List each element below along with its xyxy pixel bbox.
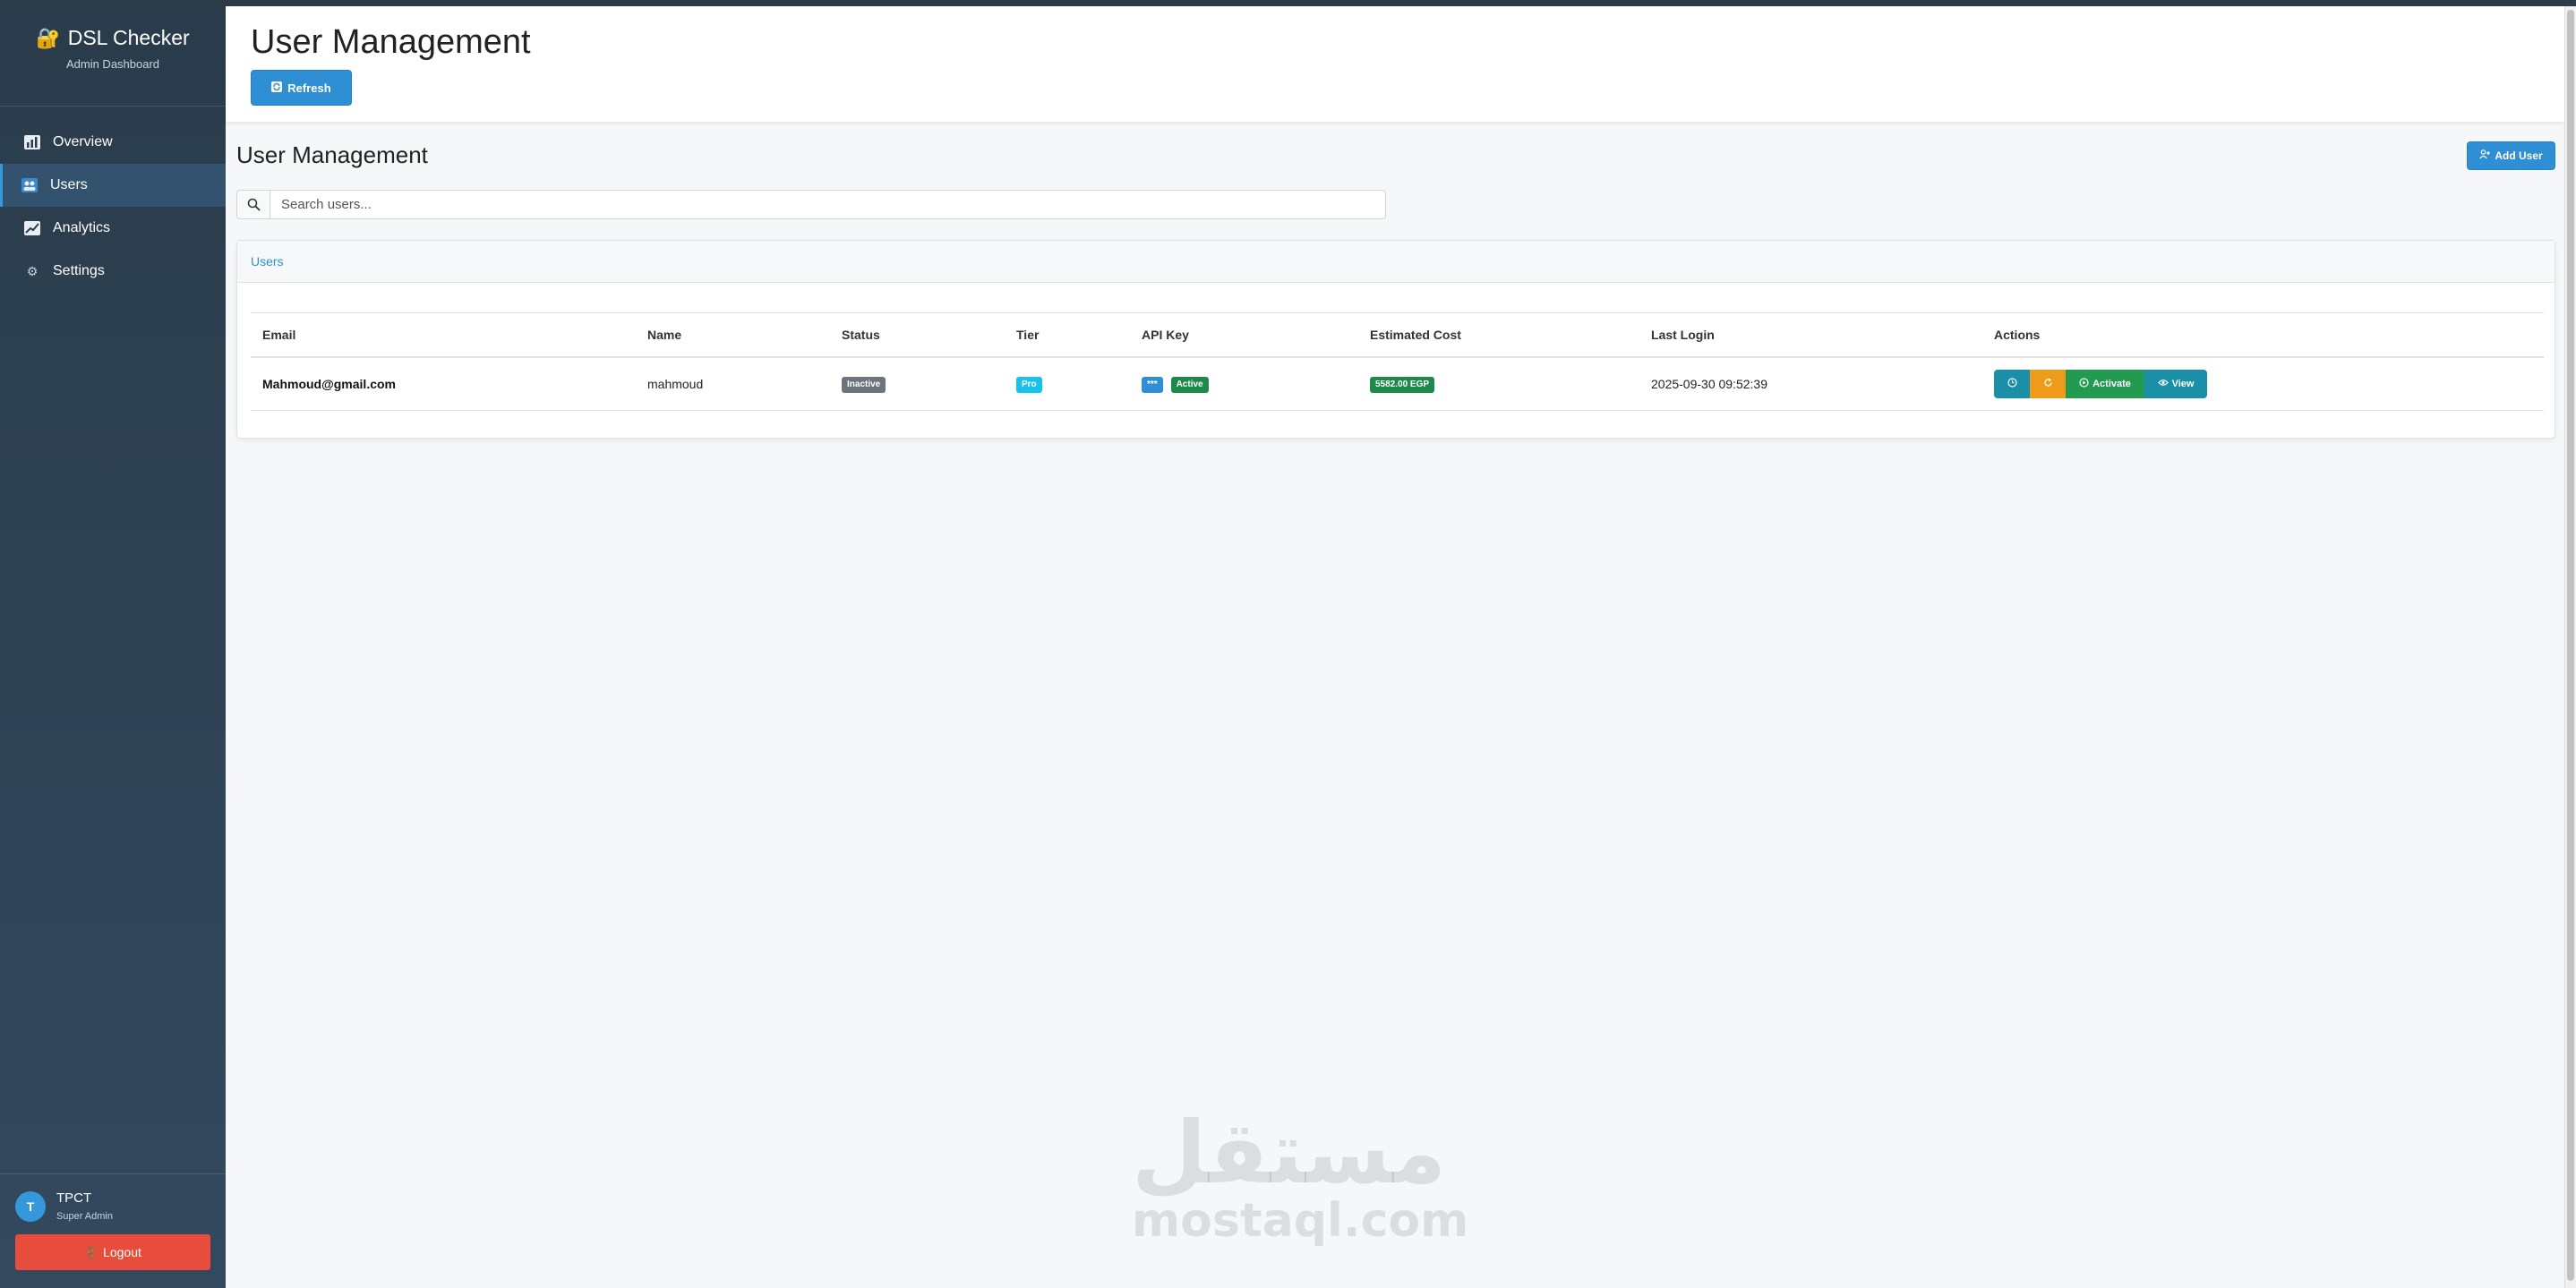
action-button-group: Activate View (1994, 369, 2207, 398)
status-cell: Inactive (830, 356, 1005, 411)
watermark-arabic: مستقل (1132, 1103, 1447, 1203)
user-info: TPCT Super Admin (56, 1190, 113, 1222)
user-email: Mahmoud@gmail.com (251, 356, 636, 411)
sidebar-item-analytics[interactable]: Analytics (0, 207, 226, 250)
api-key-cell: *** Active (1130, 356, 1358, 411)
brand: 🔐 DSL Checker Admin Dashboard (0, 6, 226, 107)
cost-badge: 5582.00 EGP (1370, 376, 1435, 393)
sidebar-item-users[interactable]: Users (0, 164, 226, 207)
view-label: View (2171, 378, 2195, 389)
table-header-row: Email Name Status Tier API Key Estimated… (251, 312, 2544, 357)
tier-badge: Pro (1016, 376, 1042, 393)
column-header-actions: Actions (1994, 327, 2041, 342)
user-name: TPCT (56, 1190, 92, 1206)
sidebar-item-label: Overview (53, 134, 113, 149)
watermark-latin: mostaql.com (1132, 1194, 1469, 1248)
eye-icon (2157, 379, 2169, 389)
refresh-label: Refresh (287, 81, 331, 95)
search-input[interactable] (270, 190, 1386, 219)
logout-button[interactable]: 🚪 Logout (15, 1234, 210, 1270)
trend-icon (24, 221, 40, 235)
brand-title-row: 🔐 DSL Checker (0, 26, 226, 50)
sidebar-item-label: Analytics (53, 220, 111, 235)
browser-top-strip (0, 0, 2576, 6)
tab-users[interactable]: Users (251, 254, 284, 269)
users-card: Users Email Name Status Tier API Key Est… (236, 240, 2555, 439)
users-icon (21, 178, 38, 192)
last-login-cell: 2025-09-30 09:52:39 (1639, 356, 1982, 411)
users-table: Email Name Status Tier API Key Estimated… (251, 312, 2544, 411)
door-icon: 🚪 (84, 1246, 98, 1258)
sidebar: 🔐 DSL Checker Admin Dashboard Overview U… (0, 6, 226, 1288)
activate-button[interactable]: Activate (2066, 369, 2144, 398)
reset-usage-button[interactable] (1994, 369, 2030, 398)
add-user-icon (2479, 149, 2491, 162)
column-header-status[interactable]: Status (830, 313, 1005, 357)
column-header-tier[interactable]: Tier (1005, 313, 1130, 357)
play-circle-icon (2079, 378, 2089, 390)
sidebar-item-label: Settings (53, 263, 105, 278)
main-header: User Management Refresh (226, 6, 2564, 122)
column-header-api-key[interactable]: API Key (1130, 313, 1358, 357)
api-key-status-badge: Active (1170, 376, 1209, 393)
scrollbar-thumb[interactable] (2567, 10, 2574, 1281)
sidebar-nav: Overview Users Analytics ⚙ Settings (0, 121, 226, 293)
section-title: User Management (236, 141, 428, 168)
reset-key-button[interactable] (2030, 369, 2066, 398)
api-key-masked-badge[interactable]: *** (1142, 376, 1163, 393)
column-header-name[interactable]: Name (636, 313, 830, 357)
current-user: T TPCT Super Admin (15, 1190, 210, 1222)
column-header-last-login[interactable]: Last Login (1639, 313, 1982, 357)
watermark: مستقل mostaql.com (1132, 1103, 1469, 1262)
sidebar-item-settings[interactable]: ⚙ Settings (0, 250, 226, 293)
view-button[interactable]: View (2144, 369, 2207, 398)
refresh-icon (271, 81, 283, 95)
add-user-button[interactable]: Add User (2467, 141, 2555, 170)
avatar: T (15, 1190, 46, 1222)
user-name-cell: mahmoud (636, 356, 830, 411)
column-header-email[interactable]: Email (251, 313, 636, 357)
status-badge: Inactive (842, 376, 886, 393)
reload-icon (2043, 378, 2053, 390)
sidebar-item-label: Users (50, 177, 88, 192)
logout-label: Logout (103, 1245, 141, 1259)
gear-icon: ⚙ (26, 263, 39, 278)
brand-subtitle: Admin Dashboard (65, 57, 160, 71)
card-header: Users (237, 241, 2555, 283)
user-role: Super Admin (56, 1211, 113, 1222)
activate-label: Activate (2092, 378, 2131, 389)
cost-cell: 5582.00 EGP (1358, 356, 1639, 411)
sidebar-item-overview[interactable]: Overview (0, 121, 226, 164)
page-title: User Management (251, 23, 531, 61)
tier-cell: Pro (1005, 356, 1130, 411)
brand-title: DSL Checker (67, 26, 190, 49)
add-user-label: Add User (2495, 149, 2543, 162)
sidebar-footer: T TPCT Super Admin 🚪 Logout (0, 1173, 226, 1288)
lock-icon: 🔐 (36, 26, 61, 49)
chart-icon (24, 135, 40, 149)
search-icon (236, 190, 270, 219)
search-bar (236, 190, 1386, 219)
actions-cell: Activate View (1982, 356, 2544, 411)
table-row: Mahmoud@gmail.com mahmoud Inactive Pro *… (251, 356, 2544, 411)
column-header-estimated-cost[interactable]: Estimated Cost (1358, 313, 1639, 357)
page-scrollbar[interactable] (2564, 6, 2576, 1288)
clock-icon (2007, 378, 2017, 390)
refresh-button[interactable]: Refresh (251, 70, 352, 106)
